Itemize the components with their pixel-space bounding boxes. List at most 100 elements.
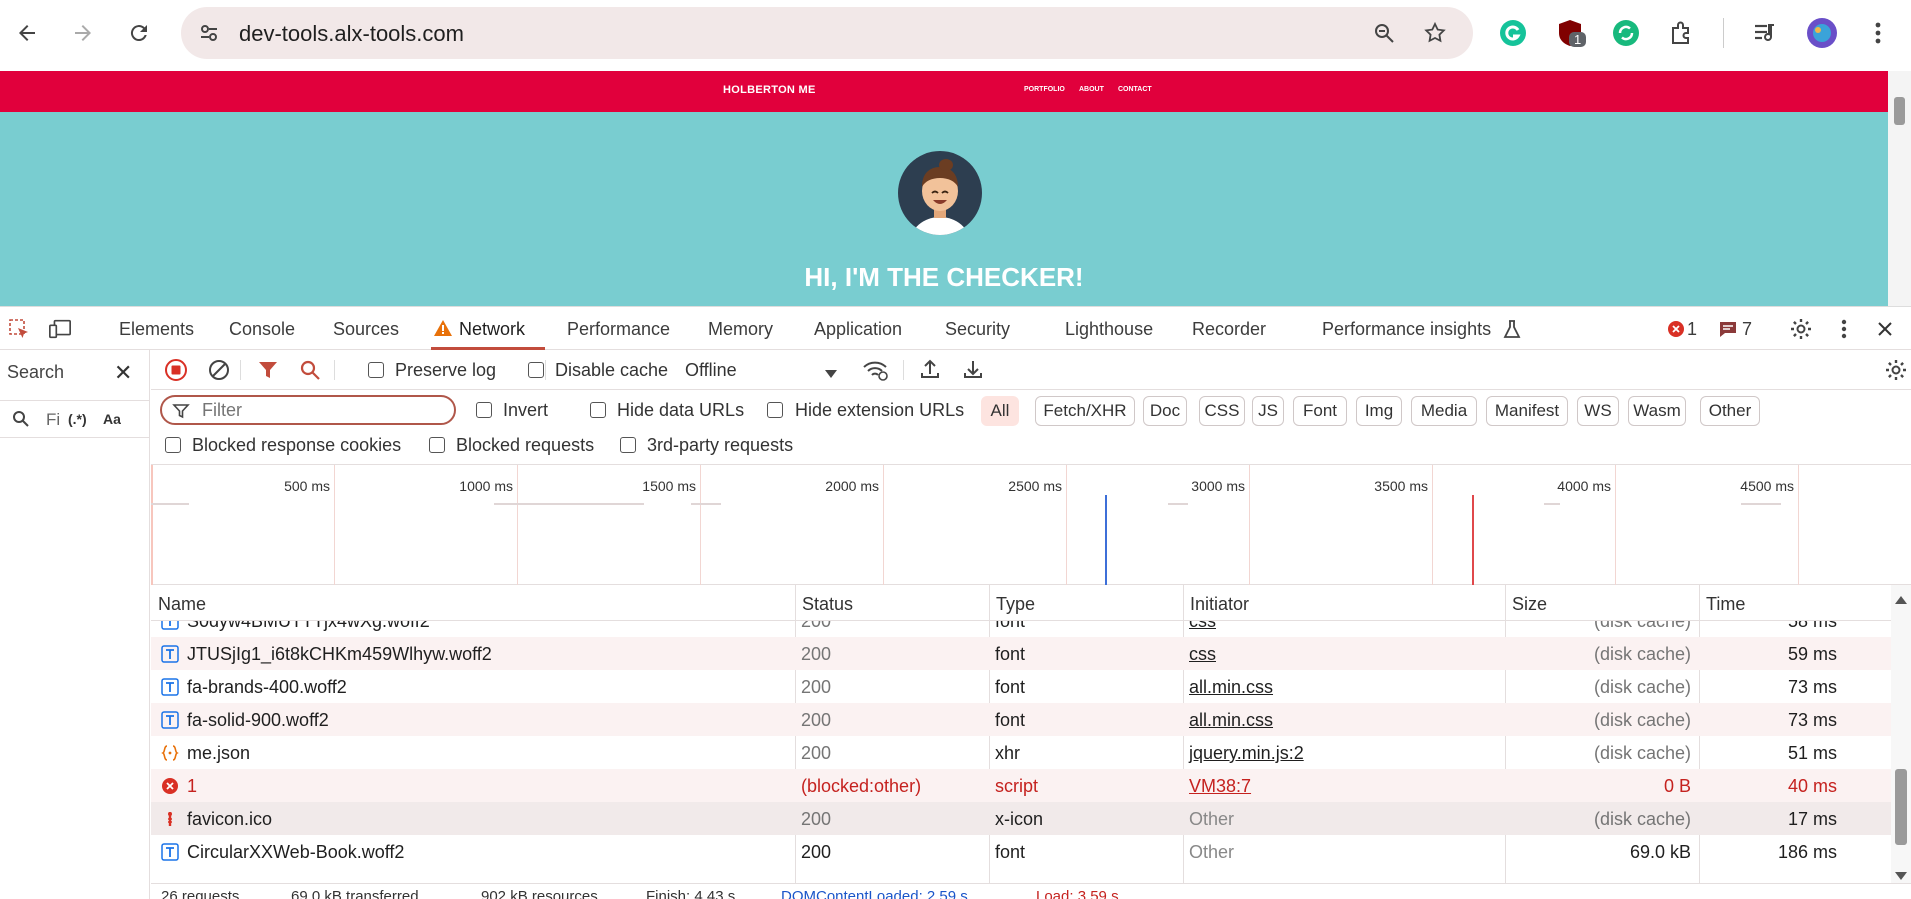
regex-toggle[interactable]: (.*) (68, 411, 87, 427)
address-bar[interactable]: dev-tools.alx-tools.com (181, 7, 1473, 59)
close-devtools-icon[interactable] (1873, 317, 1897, 341)
forward-button[interactable] (64, 14, 102, 52)
tab-performance[interactable]: Performance (567, 319, 670, 340)
column-size[interactable]: Size (1512, 594, 1547, 615)
blocked-requests-checkbox[interactable] (429, 437, 445, 453)
error-count[interactable]: 1 (1687, 319, 1697, 340)
column-type[interactable]: Type (996, 594, 1035, 615)
tab-elements[interactable]: Elements (119, 319, 194, 340)
type-filter-fetch-xhr[interactable]: Fetch/XHR (1035, 396, 1135, 426)
type-filter-wasm[interactable]: Wasm (1628, 396, 1686, 426)
tab-memory[interactable]: Memory (708, 319, 773, 340)
tab-sources[interactable]: Sources (333, 319, 399, 340)
reload-button[interactable] (120, 14, 158, 52)
filter-funnel-icon[interactable] (257, 359, 279, 386)
extensions-puzzle-icon[interactable] (1665, 16, 1699, 50)
invert-label[interactable]: Invert (503, 400, 548, 421)
grammarly-extension-icon[interactable] (1496, 16, 1530, 50)
tab-performance-insights[interactable]: Performance insights (1322, 319, 1491, 340)
table-row[interactable]: CircularXXWeb-Book.woff2 200 font Other … (151, 835, 1911, 868)
column-name[interactable]: Name (158, 594, 206, 615)
disable-cache-label[interactable]: Disable cache (555, 360, 668, 381)
third-party-requests-checkbox[interactable] (620, 437, 636, 453)
site-brand[interactable]: HOLBERTON ME (723, 84, 816, 96)
table-row[interactable]: S0dyw4BMUTTTjx4wXg.woff2 200 font css (d… (151, 621, 1911, 637)
error-count-icon[interactable] (1664, 317, 1688, 341)
ublock-extension-icon[interactable]: 1 (1553, 16, 1587, 50)
hide-data-urls-label[interactable]: Hide data URLs (617, 400, 744, 421)
media-controls-icon[interactable] (1748, 16, 1782, 50)
tab-recorder[interactable]: Recorder (1192, 319, 1266, 340)
type-filter-js[interactable]: JS (1252, 396, 1284, 426)
column-time[interactable]: Time (1706, 594, 1745, 615)
type-filter-font[interactable]: Font (1293, 396, 1347, 426)
table-row[interactable]: JTUSjIg1_i6t8kCHKm459Wlhyw.woff2 200 fon… (151, 637, 1911, 670)
table-row[interactable]: favicon.ico 200 x-icon Other (disk cache… (151, 802, 1911, 835)
tab-security[interactable]: Security (945, 319, 1010, 340)
type-filter-other[interactable]: Other (1700, 396, 1760, 426)
export-har-icon[interactable] (962, 358, 984, 385)
third-party-requests-label[interactable]: 3rd-party requests (647, 435, 793, 456)
type-filter-media[interactable]: Media (1411, 396, 1477, 426)
message-count-icon[interactable] (1716, 317, 1740, 341)
type-filter-img[interactable]: Img (1356, 396, 1402, 426)
type-filter-css[interactable]: CSS (1199, 396, 1245, 426)
preserve-log-label[interactable]: Preserve log (395, 360, 496, 381)
table-row[interactable]: 1 (blocked:other) script VM38:7 0 B 40 m… (151, 769, 1911, 802)
blocked-requests-label[interactable]: Blocked requests (456, 435, 594, 456)
request-initiator[interactable]: css (1189, 621, 1216, 632)
blocked-response-cookies-checkbox[interactable] (165, 437, 181, 453)
table-row[interactable]: fa-brands-400.woff2 200 font all.min.css… (151, 670, 1911, 703)
preserve-log-checkbox[interactable] (368, 362, 384, 378)
search-network-icon[interactable] (299, 359, 321, 386)
table-row[interactable]: me.json 200 xhr jquery.min.js:2 (disk ca… (151, 736, 1911, 769)
bookmark-star-icon[interactable] (1421, 19, 1449, 47)
site-info-icon[interactable] (195, 19, 223, 47)
disable-cache-checkbox[interactable] (528, 362, 544, 378)
tab-network[interactable]: Network (459, 319, 525, 340)
throttling-select[interactable]: Offline (685, 360, 737, 381)
tab-console[interactable]: Console (229, 319, 295, 340)
column-status[interactable]: Status (802, 594, 853, 615)
tab-application[interactable]: Application (814, 319, 902, 340)
message-count[interactable]: 7 (1742, 319, 1752, 340)
nav-link-about[interactable]: ABOUT (1079, 86, 1104, 93)
scroll-up-icon[interactable] (1895, 591, 1907, 609)
request-initiator[interactable]: jquery.min.js:2 (1189, 743, 1304, 764)
invert-checkbox[interactable] (476, 402, 492, 418)
import-har-icon[interactable] (919, 358, 941, 385)
type-filter-ws[interactable]: WS (1577, 396, 1619, 426)
hide-extension-urls-checkbox[interactable] (767, 402, 783, 418)
page-scrollbar[interactable] (1888, 71, 1911, 306)
filter-input[interactable]: Filter (160, 395, 456, 425)
devtools-menu-icon[interactable] (1832, 317, 1856, 341)
network-conditions-icon[interactable] (862, 358, 888, 387)
request-initiator[interactable]: all.min.css (1189, 710, 1273, 731)
requests-scrollbar-thumb[interactable] (1895, 769, 1907, 845)
blocked-response-cookies-label[interactable]: Blocked response cookies (192, 435, 401, 456)
hide-extension-urls-label[interactable]: Hide extension URLs (795, 400, 964, 421)
clear-icon[interactable] (207, 358, 231, 387)
request-initiator[interactable]: VM38:7 (1189, 776, 1251, 797)
column-initiator[interactable]: Initiator (1190, 594, 1249, 615)
hide-data-urls-checkbox[interactable] (590, 402, 606, 418)
device-toolbar-icon[interactable] (48, 317, 72, 341)
settings-gear-icon[interactable] (1789, 317, 1813, 341)
network-settings-icon[interactable] (1884, 358, 1908, 387)
request-initiator[interactable]: all.min.css (1189, 677, 1273, 698)
nav-link-portfolio[interactable]: PORTFOLIO (1024, 86, 1065, 93)
tab-lighthouse[interactable]: Lighthouse (1065, 319, 1153, 340)
chevron-down-icon[interactable] (824, 366, 838, 384)
inspect-element-icon[interactable] (7, 317, 31, 341)
page-scrollbar-thumb[interactable] (1894, 97, 1905, 125)
match-case-toggle[interactable]: Aa (103, 411, 121, 427)
requests-scrollbar[interactable] (1891, 585, 1911, 883)
back-button[interactable] (8, 14, 46, 52)
search-input[interactable]: Fi (46, 410, 60, 430)
profile-avatar-icon[interactable] (1805, 16, 1839, 50)
table-row[interactable]: fa-solid-900.woff2 200 font all.min.css … (151, 703, 1911, 736)
type-filter-all[interactable]: All (981, 396, 1019, 426)
type-filter-doc[interactable]: Doc (1143, 396, 1187, 426)
nav-link-contact[interactable]: CONTACT (1118, 86, 1152, 93)
sync-extension-icon[interactable] (1609, 16, 1643, 50)
